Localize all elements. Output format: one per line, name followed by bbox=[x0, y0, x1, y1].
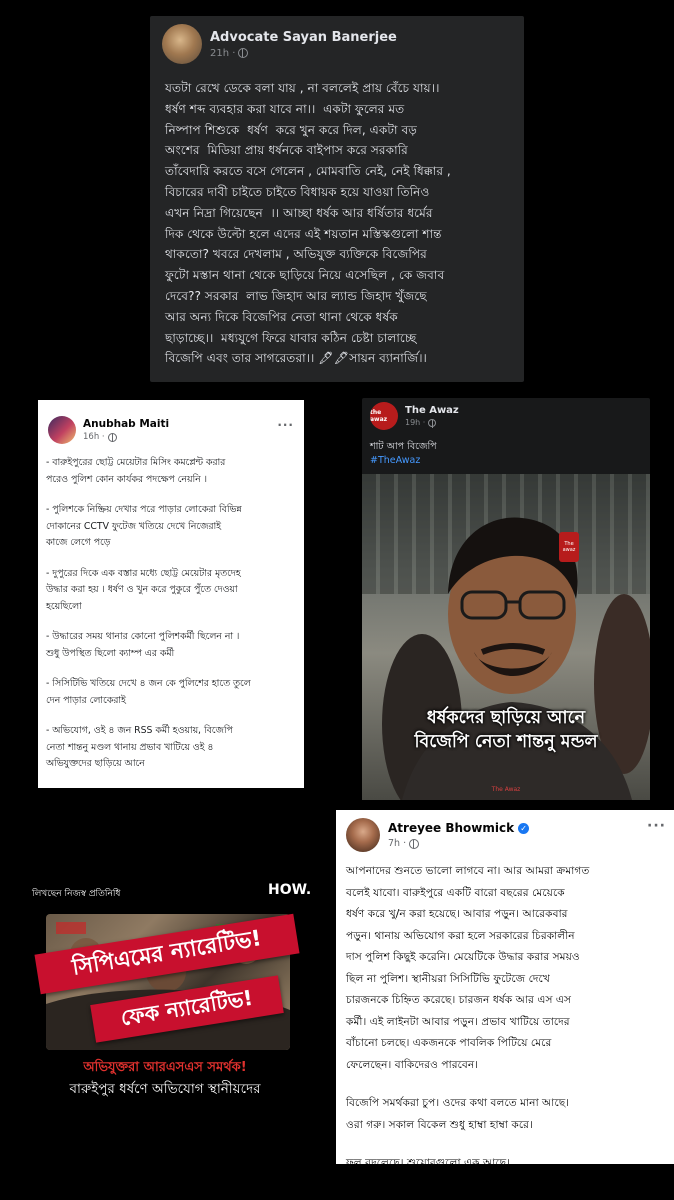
more-options-icon[interactable]: ··· bbox=[277, 418, 294, 432]
graphic-subtitle-white: বারুইপুর ধর্ষণে অভিযোগ স্থানীয়দের bbox=[69, 1081, 261, 1097]
list-item: - বারুইপুরের ছোট্ট মেয়েটার মিসিং কমপ্লে… bbox=[46, 457, 226, 485]
post-hashtag[interactable]: #TheAwaz bbox=[370, 455, 420, 466]
video-watermark: The Awaz bbox=[491, 786, 521, 793]
globe-icon bbox=[428, 418, 437, 428]
post-body: - বারুইপুরের ছোট্ট মেয়েটার মিসিং কমপ্লে… bbox=[46, 455, 298, 787]
more-options-icon[interactable]: ··· bbox=[647, 818, 666, 834]
post-author[interactable]: Anubhab Maiti bbox=[83, 418, 169, 430]
list-item: - উদ্ধারের সময় থানার কোনো পুলিশকর্মী ছি… bbox=[46, 631, 240, 659]
verified-badge-icon: ✓ bbox=[518, 822, 530, 834]
globe-icon bbox=[107, 432, 117, 442]
post-body: আপনাদের শুনতে ভালো লাগবে না। আর আমরা ক্র… bbox=[346, 860, 670, 1174]
avatar[interactable] bbox=[162, 24, 202, 64]
graphic-subtitle-red: অভিযুক্তরা আরএসএস সমর্থক! bbox=[83, 1060, 247, 1075]
post-the-awaz: the awaz The Awaz 19h · শাট আপ বিজেপি #T… bbox=[362, 398, 650, 800]
globe-icon bbox=[409, 838, 420, 849]
post-time[interactable]: 7h · bbox=[388, 838, 406, 849]
video-player[interactable]: The awaz ধর্ষকদের ছাড়িয়ে আনে বিজেপি নে… bbox=[362, 474, 650, 800]
post-paragraph: আপনাদের শুনতে ভালো লাগবে না। আর আমরা ক্র… bbox=[346, 864, 590, 1071]
page-logo[interactable]: the awaz bbox=[370, 402, 398, 430]
post-author[interactable]: Advocate Sayan Banerjee bbox=[210, 30, 397, 45]
post-paragraph: বিজেপি সমর্থকরা চুপ। ওদের কথা বলতে মানা … bbox=[346, 1096, 570, 1131]
post-advocate-sayan: Advocate Sayan Banerjee 21h · যতটা রেখে … bbox=[150, 16, 524, 382]
avatar[interactable] bbox=[346, 818, 380, 852]
post-time[interactable]: 16h · bbox=[83, 432, 105, 442]
post-anubhab-maiti: Anubhab Maiti 16h · ··· - বারুইপুরের ছোট… bbox=[38, 400, 304, 788]
list-item: - অভিযোগ, ওই ৪ জন RSS কর্মী হওয়ায়, বিজ… bbox=[46, 725, 233, 769]
avatar[interactable] bbox=[48, 416, 76, 444]
post-caption: শাট আপ বিজেপি bbox=[370, 441, 437, 452]
post-atreyee-bhowmick: Atreyee Bhowmick ✓ 7h · ··· আপনাদের শুনত… bbox=[336, 810, 674, 1169]
news-graphic: লিখছেন নিজস্ব প্রতিনিধি HOW. সিপিএমের ন্… bbox=[0, 870, 330, 1140]
post-body: যতটা রেখে ডেকে বলা যায় , না বললেই প্রায… bbox=[165, 81, 451, 366]
globe-icon bbox=[238, 48, 249, 58]
post-time[interactable]: 21h · bbox=[210, 48, 235, 59]
list-item: - দুপুরের দিকে এক বস্তার মধ্যে ছোট্ট মেয… bbox=[46, 567, 241, 612]
list-item: - সিসিটিভি খতিয়ে দেখে ৪ জন কে পুলিশের হ… bbox=[46, 678, 251, 706]
how-logo: HOW. bbox=[268, 882, 312, 898]
post-author[interactable]: Atreyee Bhowmick bbox=[388, 821, 514, 835]
list-item: - পুলিশকে নিষ্ক্রিয় দেখার পরে পাড়ার লো… bbox=[46, 504, 242, 548]
mic: The awaz bbox=[559, 532, 579, 562]
post-time[interactable]: 19h · bbox=[405, 418, 425, 427]
post-paragraph: ফুল বদলেছে। শুয়োরগুলো এক আছে। bbox=[346, 1156, 511, 1169]
video-overlay-caption: ধর্ষকদের ছাড়িয়ে আনে বিজেপি নেতা শান্তন… bbox=[414, 708, 598, 752]
post-author[interactable]: The Awaz bbox=[405, 405, 459, 416]
byline: লিখছেন নিজস্ব প্রতিনিধি bbox=[32, 889, 121, 899]
